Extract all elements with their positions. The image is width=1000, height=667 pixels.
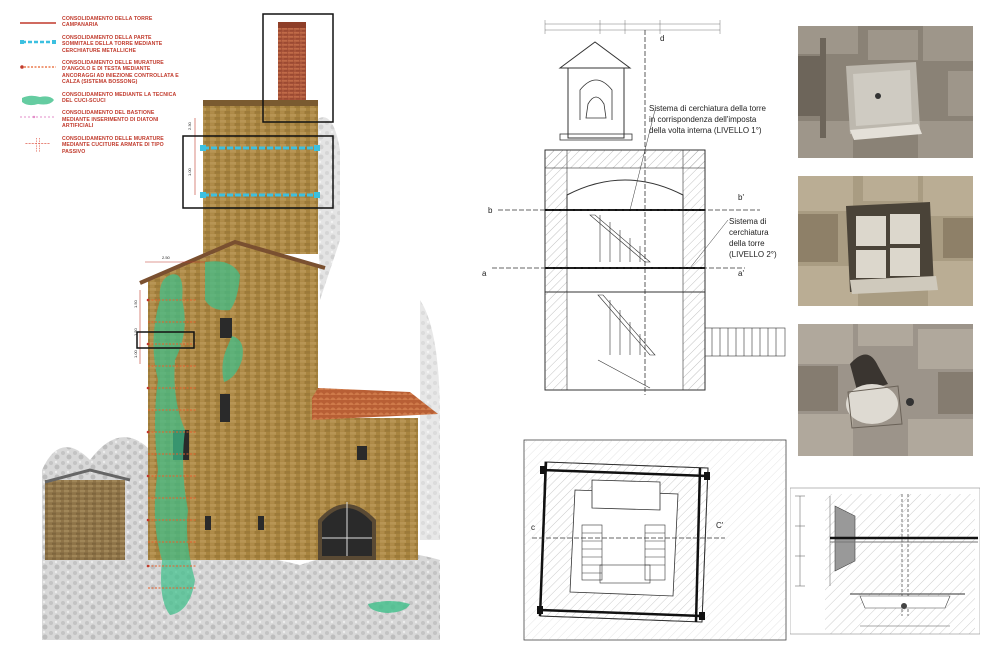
section-label-d: d	[660, 34, 664, 43]
section-label-b-prime: b'	[738, 193, 744, 202]
photo-diatoni-grid	[798, 176, 973, 306]
dim-label: 1.50	[133, 299, 138, 308]
tower-plan-drawing: c C'	[523, 439, 787, 641]
svg-text:in corrispondenza dell'imposta: in corrispondenza dell'imposta	[649, 115, 757, 124]
tower-section-drawing: d b b' a a' Sistema di cerchiatura della…	[482, 20, 786, 395]
plan-label-c-prime: C'	[716, 521, 724, 530]
section-label-a-prime: a'	[738, 269, 744, 278]
tower-elevation: 2.30 1.00 2.50 1.50 1.50 1.00	[42, 13, 440, 640]
dim-label: 1.00	[133, 349, 138, 358]
svg-text:Sistema di cerchiatura della t: Sistema di cerchiatura della torre	[649, 104, 766, 113]
photo-anchor-insert	[798, 324, 973, 456]
note-level-2: Sistema di cerchiatura della torre (LIVE…	[729, 217, 777, 259]
photo-anchor-hole	[798, 26, 973, 158]
svg-text:della torre: della torre	[729, 239, 765, 248]
dim-label: 1.00	[187, 167, 192, 176]
svg-text:cerchiatura: cerchiatura	[729, 228, 769, 237]
dim-label: 2.30	[187, 121, 192, 130]
tower-upper	[203, 104, 318, 254]
section-label-a: a	[482, 269, 487, 278]
background-building	[45, 480, 125, 560]
plan-label-c: c	[531, 523, 535, 532]
bell-icon	[585, 96, 607, 119]
bell-tower-top	[278, 22, 306, 106]
annex-roof	[312, 388, 438, 420]
note-level-1: Sistema di cerchiatura della torre in co…	[649, 104, 766, 135]
svg-text:(LIVELLO 2°): (LIVELLO 2°)	[729, 250, 777, 259]
dim-label: 2.50	[162, 255, 171, 260]
anchor-detail-drawing	[790, 487, 980, 635]
svg-text:della volta interna (LIVELLO 1: della volta interna (LIVELLO 1°)	[649, 126, 762, 135]
svg-text:Sistema di: Sistema di	[729, 217, 767, 226]
section-label-b: b	[488, 206, 493, 215]
